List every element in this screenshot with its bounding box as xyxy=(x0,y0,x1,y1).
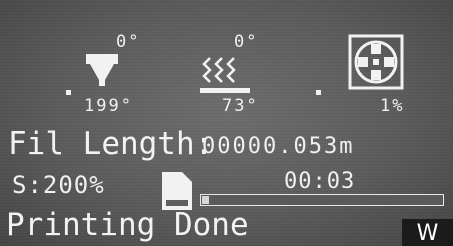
filament-length-label: Fil Length: xyxy=(8,126,214,162)
watermark-badge: W xyxy=(402,219,453,246)
sd-card-icon xyxy=(162,172,192,210)
fan-indicator-dot xyxy=(316,90,321,95)
nozzle-icon xyxy=(86,54,118,86)
filament-length-value: 00000.053m xyxy=(202,134,355,159)
lcd-screen: 0° 199° 0° 73° 1% Fil Length: 00000.053m… xyxy=(0,0,453,246)
heated-bed-icon xyxy=(200,57,250,93)
fan-icon xyxy=(348,34,404,90)
hotend-heating-dot xyxy=(66,90,71,95)
print-speed: S:200% xyxy=(12,171,105,199)
bed-current-temp: 73° xyxy=(222,96,259,116)
progress-bar xyxy=(200,194,444,206)
bed-target-temp: 0° xyxy=(234,32,259,52)
hotend-target-temp: 0° xyxy=(116,32,141,52)
elapsed-time: 00:03 xyxy=(284,169,356,194)
hotend-current-temp: 199° xyxy=(84,96,133,116)
progress-fill xyxy=(202,196,209,204)
fan-speed: 1% xyxy=(380,96,405,116)
status-message: Printing Done xyxy=(6,207,249,243)
